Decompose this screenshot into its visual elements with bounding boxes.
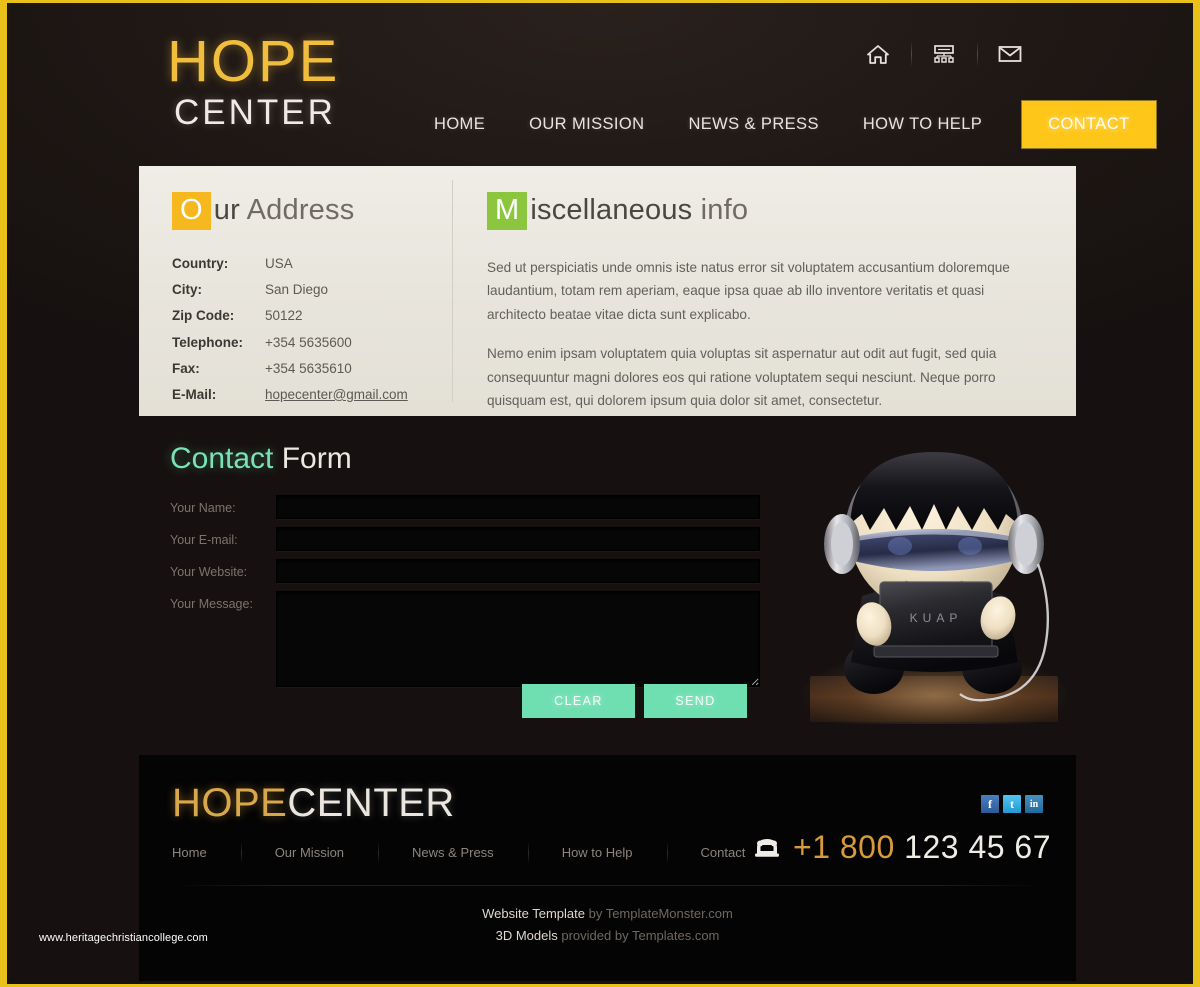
page-background: HOPE CENTER HOME OUR MISSION NEWS & PRES… (7, 3, 1193, 984)
miscellaneous-title-suffix: info (700, 194, 749, 226)
your-website-input[interactable] (276, 559, 760, 583)
phone-number: +1 800 123 45 67 (793, 831, 1051, 863)
sitemap-icon[interactable] (911, 39, 977, 69)
label-your-email: Your E-mail: (170, 533, 238, 547)
form-row-message: Your Message: (170, 591, 760, 687)
contact-form-title: Contact Form (170, 444, 352, 474)
footer-nav-how-to-help[interactable]: How to Help (527, 842, 667, 864)
miscellaneous-info-title: Miscellaneous info (487, 192, 1036, 230)
address-label-country: Country: (172, 256, 229, 271)
address-label-city: City: (172, 282, 202, 298)
credit-line-1: Website Template by TemplateMonster.com (139, 903, 1076, 925)
address-table: Country: USA City: San Diego Zip Code: 5… (172, 256, 408, 413)
address-value-telephone: +354 5635600 (265, 334, 352, 350)
label-your-message: Your Message: (170, 597, 253, 611)
nav-item-our-mission[interactable]: OUR MISSION (507, 103, 666, 146)
contact-form-title-part1: Contact (170, 442, 274, 475)
address-label-fax: Fax: (172, 360, 200, 376)
address-value-country: USA (265, 256, 293, 271)
contact-form: Your Name: Your E-mail: Your Website: Yo… (170, 495, 760, 695)
site-header: HOPE CENTER HOME OUR MISSION NEWS & PRES… (7, 3, 1193, 163)
social-links: f t in (981, 795, 1043, 813)
our-address-title-rest: ur (213, 194, 240, 226)
footer-credits: Website Template by TemplateMonster.com … (139, 903, 1076, 947)
telephone-icon (755, 839, 779, 857)
home-icon[interactable] (845, 39, 911, 69)
character-figure: KUAP (824, 452, 1050, 702)
phone-prefix: +1 800 (793, 829, 895, 865)
credit-3d-models: 3D Models (495, 928, 558, 944)
form-row-name: Your Name: (170, 495, 760, 519)
miscellaneous-paragraph-1: Sed ut perspiciatis unde omnis iste natu… (487, 260, 1010, 322)
credit-line-2: 3D Models provided by Templates.com (139, 925, 1076, 947)
linkedin-icon[interactable]: in (1025, 795, 1043, 813)
address-value-fax: +354 5635610 (265, 360, 352, 376)
your-name-input[interactable] (276, 495, 760, 519)
mail-icon[interactable] (977, 39, 1043, 69)
form-row-website: Your Website: (170, 559, 760, 583)
watermark-url: www.heritagechristiancollege.com (39, 932, 208, 944)
site-footer: HOPECENTER f t in Home Our Mission News … (139, 755, 1076, 981)
our-address-title-suffix: Address (246, 194, 355, 226)
footer-navigation: Home Our Mission News & Press How to Hel… (172, 842, 779, 864)
miscellaneous-info-section: Miscellaneous info Sed ut perspiciatis u… (452, 166, 1076, 416)
footer-divider (172, 885, 1043, 886)
logo-center-text: CENTER (174, 93, 336, 132)
our-address-section: Our Address Country: USA City: San Diego… (139, 166, 452, 416)
address-value-zip: 50122 (265, 308, 303, 324)
table-row: Country: USA (172, 256, 408, 282)
footer-logo-hope: HOPE (172, 781, 288, 825)
form-buttons: CLEAR SEND (522, 684, 747, 718)
footer-nav-our-mission[interactable]: Our Mission (240, 842, 378, 864)
email-link[interactable]: hopecenter@gmail.com (265, 387, 408, 402)
nav-item-news-press[interactable]: NEWS & PRESS (666, 103, 840, 146)
label-your-website: Your Website: (170, 565, 248, 579)
address-label-zip: Zip Code: (172, 308, 235, 324)
credit-templates-com[interactable]: provided by Templates.com (561, 928, 719, 943)
table-row: City: San Diego (172, 282, 408, 308)
your-email-input[interactable] (276, 527, 760, 551)
table-row: Telephone: +354 5635600 (172, 335, 408, 361)
footer-logo[interactable]: HOPECENTER (172, 783, 455, 823)
3d-character-illustration: KUAP (802, 446, 1067, 728)
address-label-email: E-Mail: (172, 386, 217, 402)
table-row: Zip Code: 50122 (172, 308, 408, 334)
address-value-city: San Diego (265, 282, 329, 298)
nav-item-contact[interactable]: CONTACT (1022, 101, 1156, 148)
main-navigation: HOME OUR MISSION NEWS & PRESS HOW TO HEL… (412, 101, 1156, 148)
miscellaneous-paragraph-2: Nemo enim ipsam voluptatem quia voluptas… (487, 346, 997, 408)
footer-logo-center: CENTER (287, 781, 455, 825)
facebook-icon[interactable]: f (981, 795, 999, 813)
footer-nav-news-press[interactable]: News & Press (378, 842, 528, 864)
send-button[interactable]: SEND (644, 684, 747, 718)
page-frame: HOPE CENTER HOME OUR MISSION NEWS & PRES… (0, 0, 1200, 987)
table-row: E-Mail: hopecenter@gmail.com (172, 387, 408, 413)
clear-button[interactable]: CLEAR (522, 684, 635, 718)
nav-item-how-to-help[interactable]: HOW TO HELP (841, 103, 1004, 146)
form-row-email: Your E-mail: (170, 527, 760, 551)
table-row: Fax: +354 5635610 (172, 361, 408, 387)
our-address-title: Our Address (172, 192, 452, 230)
site-logo[interactable]: HOPE CENTER (167, 29, 340, 132)
miscellaneous-title-rest: iscellaneous (530, 194, 693, 226)
label-your-name: Your Name: (170, 501, 236, 515)
nav-item-home[interactable]: HOME (412, 103, 507, 146)
footer-phone: +1 800 123 45 67 (754, 831, 1051, 863)
twitter-icon[interactable]: t (1003, 795, 1021, 813)
header-icon-bar (845, 39, 1043, 69)
credit-website-template: Website Template (482, 906, 585, 921)
footer-nav-home[interactable]: Home (172, 845, 241, 860)
phone-rest: 123 45 67 (904, 829, 1052, 865)
address-label-telephone: Telephone: (172, 334, 244, 350)
credit-templatemonster[interactable]: by TemplateMonster.com (589, 906, 733, 921)
logo-hope-text: HOPE (167, 29, 340, 94)
info-panel: Our Address Country: USA City: San Diego… (139, 166, 1076, 416)
miscellaneous-title-cap: M (487, 192, 528, 230)
our-address-title-cap: O (172, 192, 211, 230)
your-message-textarea[interactable] (276, 591, 760, 687)
contact-form-title-part2: Form (281, 442, 352, 475)
laptop-label: KUAP (910, 611, 963, 625)
